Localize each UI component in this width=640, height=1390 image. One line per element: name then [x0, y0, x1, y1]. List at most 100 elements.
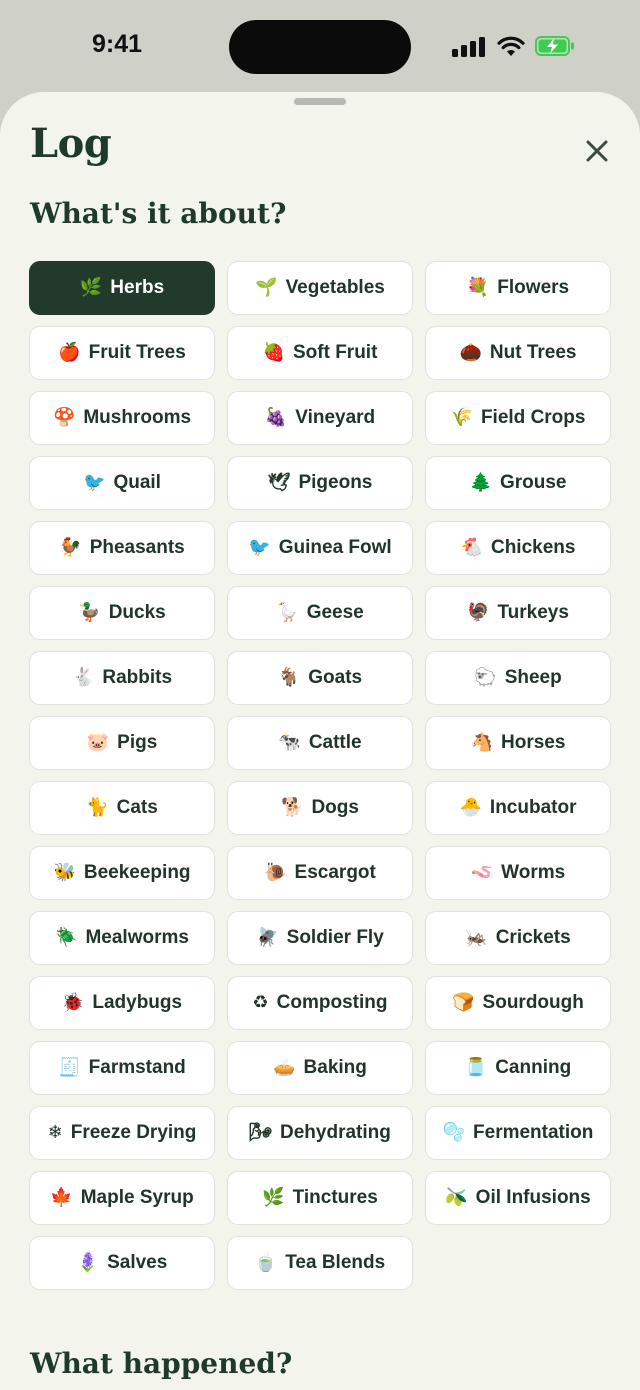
category-label: Farmstand	[88, 1057, 186, 1078]
category-chip-composting[interactable]: ♻ Composting	[227, 976, 413, 1030]
nut-trees-icon: 🌰	[459, 342, 482, 363]
category-chip-turkeys[interactable]: 🦃 Turkeys	[425, 586, 611, 640]
category-label: Tinctures	[292, 1187, 378, 1208]
category-chip-ducks[interactable]: 🦆 Ducks	[29, 586, 215, 640]
category-label: Mushrooms	[83, 407, 192, 428]
category-chip-chickens[interactable]: 🐔 Chickens	[425, 521, 611, 575]
category-chip-baking[interactable]: 🥧 Baking	[227, 1041, 413, 1095]
category-chip-field-crops[interactable]: 🌾 Field Crops	[425, 391, 611, 445]
mealworms-icon: 🪲	[55, 927, 78, 948]
category-chip-incubator[interactable]: 🐣 Incubator	[425, 781, 611, 835]
category-chip-rabbits[interactable]: 🐇 Rabbits	[29, 651, 215, 705]
category-chip-pheasants[interactable]: 🐓 Pheasants	[29, 521, 215, 575]
category-label: Incubator	[489, 797, 577, 818]
category-label: Cattle	[308, 732, 362, 753]
category-label: Canning	[495, 1057, 572, 1078]
category-chip-goats[interactable]: 🐐 Goats	[227, 651, 413, 705]
category-label: Goats	[308, 667, 363, 688]
farmstand-icon: 🧾	[58, 1057, 81, 1078]
page-title: Log	[30, 120, 112, 167]
sourdough-icon: 🍞	[452, 992, 475, 1013]
category-label: Quail	[113, 472, 161, 493]
category-label: Vegetables	[285, 277, 385, 298]
category-label: Pheasants	[89, 537, 185, 558]
flowers-icon: 💐	[466, 277, 490, 298]
category-chip-soft-fruit[interactable]: 🍓 Soft Fruit	[227, 326, 413, 380]
category-chip-vegetables[interactable]: 🌱 Vegetables	[227, 261, 413, 315]
category-label: Salves	[107, 1252, 168, 1273]
maple-syrup-icon: 🍁	[50, 1187, 73, 1208]
category-chip-vineyard[interactable]: 🍇 Vineyard	[227, 391, 413, 445]
category-chip-dehydrating[interactable]: 🌬 Dehydrating	[227, 1106, 413, 1160]
pigs-icon: 🐷	[86, 732, 110, 753]
category-chip-oil-infusions[interactable]: 🫒 Oil Infusions	[425, 1171, 611, 1225]
sheep-icon: 🐑	[474, 667, 497, 688]
category-label: Pigs	[117, 732, 158, 753]
category-chip-fermentation[interactable]: 🫧 Fermentation	[425, 1106, 611, 1160]
canning-icon: 🫙	[464, 1057, 488, 1078]
category-chip-cats[interactable]: 🐈 Cats	[29, 781, 215, 835]
category-label: Fruit Trees	[88, 342, 186, 363]
category-chip-beekeeping[interactable]: 🐝 Beekeeping	[29, 846, 215, 900]
grouse-icon: 🌲	[469, 472, 492, 493]
category-chip-canning[interactable]: 🫙 Canning	[425, 1041, 611, 1095]
category-label: Oil Infusions	[475, 1187, 591, 1208]
dogs-icon: 🐕	[281, 797, 304, 818]
category-chip-pigeons[interactable]: 🕊 Pigeons	[227, 456, 413, 510]
category-chip-freeze-drying[interactable]: ❄ Freeze Drying	[29, 1106, 215, 1160]
category-chip-dogs[interactable]: 🐕 Dogs	[227, 781, 413, 835]
category-label: Herbs	[110, 277, 165, 298]
category-chip-sourdough[interactable]: 🍞 Sourdough	[425, 976, 611, 1030]
section-title-happened: What happened?	[30, 1347, 293, 1380]
category-chip-flowers[interactable]: 💐 Flowers	[425, 261, 611, 315]
category-chip-geese[interactable]: 🪿 Geese	[227, 586, 413, 640]
category-chip-mushrooms[interactable]: 🍄 Mushrooms	[29, 391, 215, 445]
category-chip-quail[interactable]: 🐦 Quail	[29, 456, 215, 510]
category-label: Worms	[501, 862, 566, 883]
geese-icon: 🪿	[276, 602, 299, 623]
category-label: Sheep	[504, 667, 562, 688]
category-chip-nut-trees[interactable]: 🌰 Nut Trees	[425, 326, 611, 380]
tea-blends-icon: 🍵	[254, 1252, 278, 1273]
category-chip-cattle[interactable]: 🐄 Cattle	[227, 716, 413, 770]
category-chip-crickets[interactable]: 🦗 Crickets	[425, 911, 611, 965]
category-chip-fruit-trees[interactable]: 🍎 Fruit Trees	[29, 326, 215, 380]
category-chip-worms[interactable]: 🪱 Worms	[425, 846, 611, 900]
sheet-grabber[interactable]	[294, 98, 346, 105]
worms-icon: 🪱	[470, 862, 494, 883]
category-label: Crickets	[495, 927, 571, 948]
category-chip-farmstand[interactable]: 🧾 Farmstand	[29, 1041, 215, 1095]
category-chip-tea-blends[interactable]: 🍵 Tea Blends	[227, 1236, 413, 1290]
category-chip-grouse[interactable]: 🌲 Grouse	[425, 456, 611, 510]
category-label: Dehydrating	[280, 1122, 391, 1143]
freeze-drying-icon: ❄	[47, 1122, 63, 1143]
herbs-icon: 🌿	[79, 277, 103, 298]
category-chip-pigs[interactable]: 🐷 Pigs	[29, 716, 215, 770]
category-chip-guinea-fowl[interactable]: 🐦 Guinea Fowl	[227, 521, 413, 575]
chickens-icon: 🐔	[460, 537, 483, 558]
category-chip-soldier-fly[interactable]: 🪰 Soldier Fly	[227, 911, 413, 965]
pheasants-icon: 🐓	[59, 537, 82, 558]
category-chip-escargot[interactable]: 🐌 Escargot	[227, 846, 413, 900]
category-chip-ladybugs[interactable]: 🐞 Ladybugs	[29, 976, 215, 1030]
category-label: Geese	[306, 602, 364, 623]
category-chip-salves[interactable]: 🪻 Salves	[29, 1236, 215, 1290]
oil-infusions-icon: 🫒	[445, 1187, 468, 1208]
cattle-icon: 🐄	[278, 732, 301, 753]
escargot-icon: 🐌	[264, 862, 287, 883]
category-chip-herbs[interactable]: 🌿 Herbs	[29, 261, 215, 315]
category-label: Nut Trees	[489, 342, 577, 363]
category-chip-maple-syrup[interactable]: 🍁 Maple Syrup	[29, 1171, 215, 1225]
close-icon[interactable]	[580, 134, 614, 168]
category-label: Vineyard	[295, 407, 376, 428]
category-label: Dogs	[311, 797, 359, 818]
category-chip-horses[interactable]: 🐴 Horses	[425, 716, 611, 770]
category-chip-tinctures[interactable]: 🌿 Tinctures	[227, 1171, 413, 1225]
category-label: Grouse	[499, 472, 567, 493]
category-chip-sheep[interactable]: 🐑 Sheep	[425, 651, 611, 705]
category-label: Escargot	[294, 862, 376, 883]
category-label: Ducks	[108, 602, 166, 623]
mushrooms-icon: 🍄	[52, 407, 76, 428]
ladybugs-icon: 🐞	[61, 992, 85, 1013]
category-chip-mealworms[interactable]: 🪲 Mealworms	[29, 911, 215, 965]
